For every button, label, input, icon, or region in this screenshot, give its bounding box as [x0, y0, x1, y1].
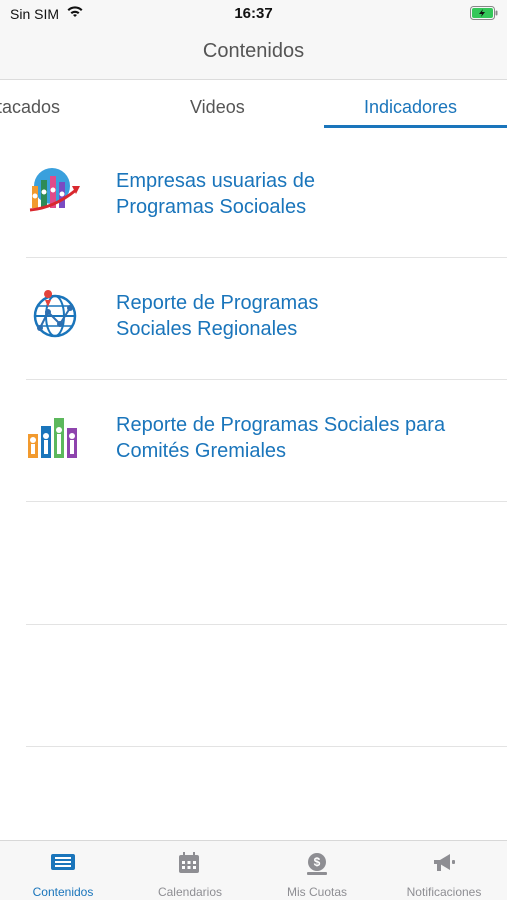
- tab-label: Contenidos: [32, 885, 94, 899]
- calendar-icon: [179, 852, 199, 873]
- tab-calendarios[interactable]: Calendarios: [127, 841, 253, 900]
- svg-text:$: $: [314, 855, 321, 869]
- tab-label: Mis Cuotas: [286, 885, 348, 899]
- tab-videos[interactable]: Videos: [190, 97, 245, 118]
- status-time: 16:37: [234, 5, 273, 22]
- list-item[interactable]: Empresas usuarias de Programas Socioales: [0, 128, 507, 258]
- list-item[interactable]: Reporte de Programas Sociales para Comit…: [0, 380, 507, 502]
- tab-label: Calendarios: [157, 885, 223, 899]
- bar-people-icon: [28, 418, 77, 458]
- battery-charging-icon: [470, 6, 498, 20]
- tab-indicadores[interactable]: Indicadores: [364, 97, 457, 118]
- news-icon: [51, 854, 75, 870]
- tab-label: Notificaciones: [406, 885, 482, 899]
- tab-notificaciones[interactable]: Notificaciones: [381, 841, 507, 900]
- list-item-title: Empresas usuarias de Programas Socioales: [116, 170, 315, 218]
- tab-contenidos[interactable]: Contenidos: [0, 841, 126, 900]
- divider: [26, 501, 507, 502]
- bottom-tab-bar: Contenidos Calendarios $ Mis Cuotas Noti…: [0, 840, 507, 900]
- globe-network-icon: [33, 290, 77, 338]
- status-bar: Sin SIM 16:37: [0, 0, 507, 28]
- tab-mis-cuotas[interactable]: $ Mis Cuotas: [254, 841, 380, 900]
- content-tabs: stacados Videos Indicadores: [0, 80, 507, 128]
- money-icon: $: [307, 853, 327, 875]
- list-item-title: Reporte de Programas Sociales Regionales: [116, 292, 319, 340]
- list-item[interactable]: Reporte de Programas Sociales Regionales: [0, 258, 507, 380]
- list-item-title: Reporte de Programas Sociales para Comit…: [116, 414, 446, 462]
- megaphone-icon: [434, 854, 455, 871]
- chart-people-icon: [29, 168, 80, 212]
- navigation-bar: Contenidos: [0, 28, 507, 80]
- divider: [26, 624, 507, 625]
- divider: [26, 746, 507, 747]
- page-title: Contenidos: [202, 40, 305, 62]
- tab-destacados[interactable]: stacados: [0, 97, 60, 118]
